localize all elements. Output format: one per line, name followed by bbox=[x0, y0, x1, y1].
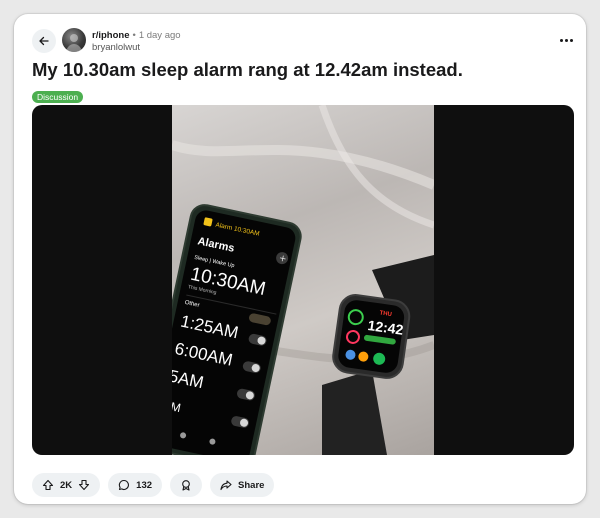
award-icon bbox=[182, 480, 190, 491]
dot-icon bbox=[564, 38, 568, 42]
vote-control: 2K bbox=[32, 473, 101, 497]
post-title: My 10.30am sleep alarm rang at 12.42am i… bbox=[32, 59, 463, 80]
share-label: Share bbox=[238, 479, 265, 491]
post-image[interactable]: Alarm 10:30AM Alarms + Sleep | Wake Up 1… bbox=[32, 105, 574, 455]
dot-icon bbox=[559, 38, 563, 42]
apple-watch-device: THU 12:42 bbox=[322, 255, 434, 455]
post-author[interactable]: bryanlolwut bbox=[92, 42, 181, 54]
post-flair[interactable]: Discussion bbox=[32, 91, 84, 103]
vote-count: 2K bbox=[60, 479, 73, 491]
meta-separator: • bbox=[132, 30, 136, 41]
share-icon bbox=[220, 480, 232, 491]
upvote-icon[interactable] bbox=[42, 479, 54, 491]
iphone-device: Alarm 10:30AM Alarms + Sleep | Wake Up 1… bbox=[172, 204, 302, 455]
dot-icon bbox=[569, 38, 573, 42]
arrow-left-icon bbox=[39, 36, 49, 46]
post-time: 1 day ago bbox=[138, 30, 181, 41]
comment-count: 132 bbox=[136, 479, 153, 491]
downvote-icon[interactable] bbox=[78, 479, 90, 491]
comment-icon bbox=[119, 479, 130, 491]
photo-scene: Alarm 10:30AM Alarms + Sleep | Wake Up 1… bbox=[172, 105, 434, 455]
action-bar: 2K 132 Share bbox=[32, 472, 275, 498]
subreddit-name[interactable]: r/iphone bbox=[92, 30, 129, 41]
subreddit-avatar[interactable] bbox=[62, 28, 86, 52]
post-card: r/iphone • 1 day ago bryanlolwut My 10.30a… bbox=[14, 14, 586, 504]
back-button[interactable] bbox=[32, 29, 56, 53]
post-meta: r/iphone • 1 day ago bryanlolwut bbox=[92, 30, 181, 54]
comments-button[interactable]: 132 bbox=[108, 473, 163, 497]
share-button[interactable]: Share bbox=[210, 473, 275, 497]
photo-bedsheet: Alarm 10:30AM Alarms + Sleep | Wake Up 1… bbox=[172, 105, 434, 455]
award-button[interactable] bbox=[170, 473, 203, 497]
more-options-button[interactable] bbox=[558, 33, 574, 47]
